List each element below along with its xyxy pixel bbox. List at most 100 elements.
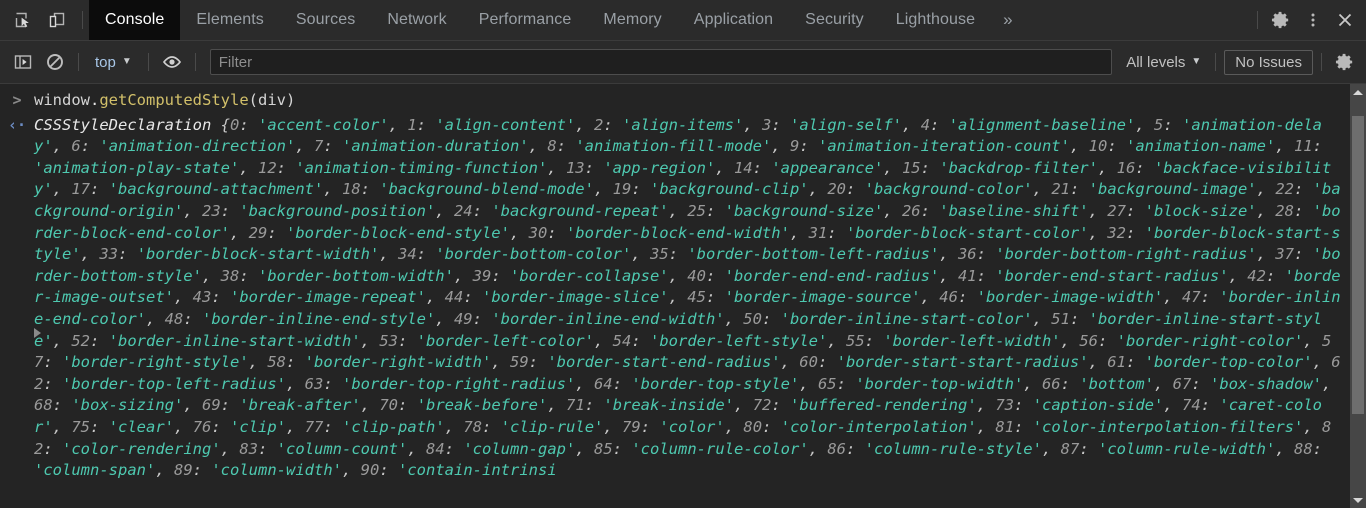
entry-separator: , xyxy=(1088,201,1108,220)
console-scrollbar[interactable] xyxy=(1350,84,1366,508)
inspect-element-icon[interactable] xyxy=(8,5,38,35)
entry-index: 30 xyxy=(528,223,548,242)
entry-value: 'column-span' xyxy=(34,461,156,480)
live-expression-eye-icon[interactable] xyxy=(157,47,187,77)
console-sidebar-icon[interactable] xyxy=(8,47,38,77)
entry-value: 'border-top-style' xyxy=(631,374,800,393)
console-settings-gear-icon[interactable] xyxy=(1330,47,1360,77)
entry-colon: : xyxy=(43,353,63,372)
entry-separator: , xyxy=(575,439,594,458)
filter-input[interactable] xyxy=(209,49,1113,75)
tab-security[interactable]: Security xyxy=(789,0,880,40)
entry-value: 'align-content' xyxy=(435,115,576,134)
tab-lighthouse[interactable]: Lighthouse xyxy=(880,0,991,40)
entry-value: 'border-inline-start-color' xyxy=(780,309,1033,328)
entry-value: 'app-region' xyxy=(603,158,716,177)
gear-icon[interactable] xyxy=(1266,5,1296,35)
chevron-down-icon: ▼ xyxy=(1191,56,1202,67)
entry-index: 11 xyxy=(1293,137,1313,156)
entry-colon: : xyxy=(1125,223,1145,242)
entry-value: 'appearance' xyxy=(771,158,884,177)
entry-colon: : xyxy=(584,158,604,177)
entry-separator: , xyxy=(976,396,996,415)
more-tabs-chevron-icon[interactable]: » xyxy=(991,0,1025,40)
entry-value: 'backdrop-filter' xyxy=(939,158,1098,177)
tab-console[interactable]: Console xyxy=(89,0,181,40)
entry-separator: , xyxy=(789,223,809,242)
tab-memory[interactable]: Memory xyxy=(587,0,677,40)
entry-colon: : xyxy=(1014,396,1033,415)
entry-separator: , xyxy=(1153,374,1173,393)
entry-separator: , xyxy=(920,288,940,307)
log-level-selector[interactable]: All levels ▼ xyxy=(1120,51,1207,74)
tab-elements[interactable]: Elements xyxy=(180,0,280,40)
entry-index: 7 xyxy=(314,137,324,156)
tab-sources[interactable]: Sources xyxy=(280,0,371,40)
entry-colon: : xyxy=(920,158,940,177)
entry-separator: , xyxy=(295,137,314,156)
entry-index: 38 xyxy=(220,266,240,285)
entry-index: 49 xyxy=(453,309,473,328)
entry-index: 27 xyxy=(1107,201,1126,220)
entry-value: 'align-items' xyxy=(622,115,744,134)
device-toolbar-icon[interactable] xyxy=(42,5,72,35)
scrollbar-thumb[interactable] xyxy=(1352,115,1364,414)
entry-index: 24 xyxy=(453,201,473,220)
entry-separator: , xyxy=(1275,137,1294,156)
entry-separator: , xyxy=(575,374,594,393)
entry-separator: , xyxy=(1135,115,1155,134)
tab-memory-label: Memory xyxy=(603,11,662,28)
entry-separator: , xyxy=(52,331,72,350)
entry-index: 70 xyxy=(379,396,399,415)
entry-colon: : xyxy=(1191,374,1210,393)
entry-index: 3 xyxy=(762,115,772,134)
toolbar-divider-1 xyxy=(78,53,79,71)
console-message-area[interactable]: > window.getComputedStyle(div) ‹· CSSSty… xyxy=(0,84,1366,508)
toolbar-divider-4 xyxy=(1215,53,1217,71)
entry-colon: : xyxy=(482,417,501,436)
entry-value: 'border-image-width' xyxy=(976,288,1164,307)
scroll-up-arrow[interactable] xyxy=(1350,84,1366,100)
entry-value: 'alignment-baseline' xyxy=(948,115,1136,134)
console-result-entry[interactable]: ‹· CSSStyleDeclaration {0: 'accent-color… xyxy=(0,115,1350,482)
entry-index: 2 xyxy=(594,115,604,134)
command-prompt-gutter: > xyxy=(0,90,34,112)
clear-console-icon[interactable] xyxy=(40,47,70,77)
eye-icon-svg xyxy=(162,56,181,68)
entry-separator: , xyxy=(220,439,240,458)
console-result-object[interactable]: CSSStyleDeclaration {0: 'accent-color', … xyxy=(34,115,1350,482)
entry-separator: , xyxy=(1060,331,1080,350)
entry-value: 'border-top-width' xyxy=(855,374,1024,393)
object-expand-triangle-icon[interactable] xyxy=(34,328,41,338)
command-args: (div) xyxy=(248,91,296,109)
entry-index: 54 xyxy=(612,331,632,350)
entry-index: 44 xyxy=(444,288,464,307)
entry-colon: : xyxy=(864,331,884,350)
entry-colon: : xyxy=(323,417,343,436)
tab-application[interactable]: Application xyxy=(678,0,789,40)
console-command-entry[interactable]: > window.getComputedStyle(div) xyxy=(0,84,1350,115)
entry-separator: , xyxy=(201,266,221,285)
tab-network[interactable]: Network xyxy=(371,0,462,40)
entry-index: 89 xyxy=(174,461,193,480)
entry-index: 50 xyxy=(743,309,762,328)
entry-value: 'color-rendering' xyxy=(62,439,221,458)
entry-value: 'column-rule-style' xyxy=(864,439,1042,458)
entry-value: 'animation-fill-mode' xyxy=(575,137,772,156)
entry-value: 'animation-duration' xyxy=(342,137,529,156)
entry-value: 'border-end-start-radius' xyxy=(995,266,1229,285)
execution-context-selector[interactable]: top ▼ xyxy=(87,51,140,74)
tab-bar-right-controls xyxy=(1251,0,1366,40)
kebab-menu-icon[interactable] xyxy=(1298,5,1328,35)
entry-separator: , xyxy=(724,309,744,328)
entry-value: 'background-clip' xyxy=(650,180,809,199)
entry-colon: : xyxy=(528,353,548,372)
no-issues-button[interactable]: No Issues xyxy=(1224,49,1313,75)
scroll-down-arrow[interactable] xyxy=(1350,492,1366,508)
entry-colon: : xyxy=(631,331,650,350)
tab-performance[interactable]: Performance xyxy=(463,0,588,40)
scroll-up-arrow-icon xyxy=(1353,89,1363,95)
close-icon[interactable] xyxy=(1330,5,1360,35)
inspect-element-icon-svg xyxy=(15,12,29,28)
entry-value: 'box-sizing' xyxy=(71,396,184,415)
